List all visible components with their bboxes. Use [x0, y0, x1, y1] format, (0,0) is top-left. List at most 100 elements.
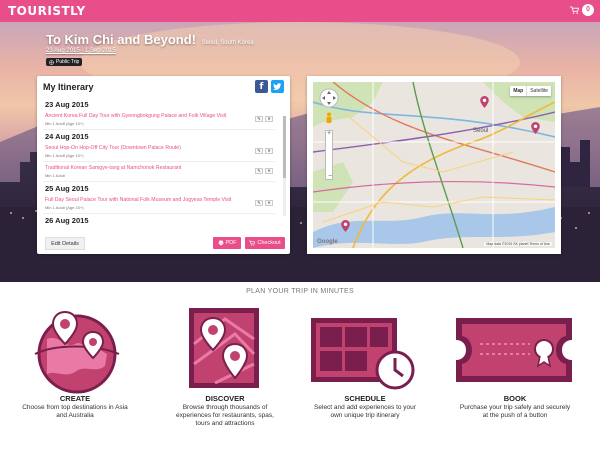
remove-item-button[interactable]: ✕ — [265, 148, 273, 154]
close-icon: ✕ — [267, 116, 271, 121]
scrollbar-thumb[interactable] — [283, 116, 286, 178]
step-desc-line: own unique trip itinerary — [330, 412, 400, 419]
edit-item-button[interactable]: ✎ — [255, 168, 263, 174]
itinerary-item[interactable]: Ancient Korea Full Day Tour with Gyeongb… — [43, 112, 275, 130]
step-schedule: SCHEDULE Select and add experiences to y… — [300, 394, 430, 420]
share-buttons: f — [255, 80, 284, 93]
map-canvas[interactable]: + − Map Satellite Seoul Google Map data … — [313, 82, 555, 248]
step-title: SCHEDULE — [344, 394, 386, 403]
zoom-out-icon[interactable]: − — [328, 173, 332, 180]
ticket-icon — [456, 318, 572, 382]
step-title: CREATE — [59, 394, 91, 403]
step-book: BOOK Purchase your trip safely and secur… — [450, 394, 580, 420]
step-description: Select and add experiences to your own u… — [300, 404, 430, 420]
close-icon: ✕ — [267, 168, 271, 173]
google-logo: Google — [317, 239, 338, 245]
pencil-icon: ✎ — [257, 116, 261, 121]
item-actions: ✎ ✕ — [255, 148, 273, 154]
item-actions: ✎ ✕ — [255, 168, 273, 174]
step-description: Browse through thousands of experiences … — [160, 404, 290, 428]
remove-item-button[interactable]: ✕ — [265, 200, 273, 206]
day-header: 26 Aug 2015 — [45, 216, 89, 225]
step-description: Choose from top destinations in Asia and… — [10, 404, 140, 420]
step-title: BOOK — [503, 394, 527, 403]
top-nav: TOURISTLY 0 — [0, 0, 600, 22]
cart-icon — [249, 240, 256, 246]
itinerary-panel: My Itinerary f 23 Aug 2015 Ancient Korea… — [37, 76, 290, 254]
item-title-link[interactable]: Full Day Seoul Palace Tour with National… — [45, 197, 245, 203]
pegman-icon[interactable] — [325, 112, 333, 126]
itinerary-list[interactable]: 23 Aug 2015 Ancient Korea Full Day Tour … — [43, 98, 275, 236]
facebook-icon: f — [259, 81, 264, 92]
public-trip-badge: Public Trip — [46, 58, 83, 66]
globe-icon — [49, 59, 54, 65]
step-desc-line: Browse through thousands of — [182, 404, 268, 411]
step-title: DISCOVER — [205, 394, 245, 403]
step-desc-line: and Australia — [56, 412, 94, 419]
item-title-link[interactable]: Ancient Korea Full Day Tour with Gyeongb… — [45, 113, 245, 119]
checkout-button[interactable]: Checkout — [245, 237, 285, 249]
facebook-share-button[interactable]: f — [255, 80, 268, 93]
pencil-icon: ✎ — [257, 200, 261, 205]
satellite-tab[interactable]: Satellite — [527, 86, 551, 96]
step-desc-line: Select and add experiences to your — [314, 404, 416, 411]
logo[interactable]: TOURISTLY — [8, 4, 86, 18]
map-copyright[interactable]: Map data ©2015 SK planet Terms of Use — [484, 242, 552, 246]
day-header: 25 Aug 2015 — [45, 184, 89, 193]
item-meta: Min 1 Adult (Age 15+) — [45, 205, 84, 210]
map-city-label: Seoul — [473, 128, 489, 134]
item-title-link[interactable]: Traditional Korean Samgye-tang at Namcho… — [45, 165, 245, 171]
itinerary-item[interactable]: Traditional Korean Samgye-tang at Namcho… — [43, 164, 275, 182]
map-type-toggle[interactable]: Map Satellite — [510, 86, 551, 96]
trip-dates[interactable]: 23 Aug 2015 - 1 Sep 2015 — [46, 48, 116, 54]
trip-location: Seoul, South Korea — [201, 40, 254, 46]
globe-pins-icon — [34, 310, 120, 394]
pdf-button[interactable]: PDF — [213, 237, 241, 249]
map-panel: + − Map Satellite Seoul Google Map data … — [307, 76, 561, 254]
itinerary-scrollbar[interactable] — [283, 116, 286, 216]
map-marker-icon[interactable] — [341, 220, 350, 232]
pencil-icon: ✎ — [257, 148, 261, 153]
itinerary-item[interactable]: Full Day Seoul Palace Tour with National… — [43, 196, 275, 214]
step-desc-line: tours and attractions — [195, 420, 255, 427]
public-trip-label: Public Trip — [56, 59, 80, 65]
pencil-icon: ✎ — [257, 168, 261, 173]
checkout-label: Checkout — [257, 240, 281, 246]
remove-item-button[interactable]: ✕ — [265, 168, 273, 174]
step-desc-line: experiences for restaurants, spas, — [176, 412, 274, 419]
zoom-in-icon[interactable]: + — [327, 130, 331, 137]
step-desc-line: at the push of a button — [482, 412, 548, 419]
map-pan-control[interactable] — [319, 88, 339, 108]
day-header: 24 Aug 2015 — [45, 132, 89, 141]
item-meta: Min 1 Adult — [45, 173, 65, 178]
cart-icon — [570, 6, 580, 14]
how-it-works-section: PLAN YOUR TRIP IN MINUTES CREATE Choose … — [0, 282, 600, 455]
map-tab[interactable]: Map — [510, 86, 528, 96]
edit-item-button[interactable]: ✎ — [255, 200, 263, 206]
edit-item-button[interactable]: ✎ — [255, 116, 263, 122]
edit-item-button[interactable]: ✎ — [255, 148, 263, 154]
item-actions: ✎ ✕ — [255, 200, 273, 206]
close-icon: ✕ — [267, 200, 271, 205]
map-marker-icon[interactable] — [531, 122, 540, 134]
calendar-clock-icon — [311, 318, 415, 390]
map-pins-icon — [189, 308, 259, 388]
step-desc-line: Purchase your trip safely and securely — [459, 404, 571, 411]
step-desc-line: Choose from top destinations in Asia — [22, 404, 128, 411]
trip-title: To Kim Chi and Beyond! Seoul, South Kore… — [46, 32, 254, 47]
map-zoom-control[interactable]: + − — [325, 130, 333, 180]
cart-button[interactable]: 0 — [570, 4, 594, 16]
twitter-share-button[interactable] — [271, 80, 284, 93]
item-title-link[interactable]: Seoul Hop-On Hop-Off City Tour (Downtown… — [45, 145, 245, 151]
map-marker-icon[interactable] — [480, 96, 489, 108]
cart-count-badge: 0 — [582, 4, 594, 16]
twitter-icon — [273, 82, 282, 90]
item-meta: Min 1 Adult (Age 15+) — [45, 153, 84, 158]
how-it-works-title: PLAN YOUR TRIP IN MINUTES — [246, 288, 354, 295]
itinerary-item[interactable]: Seoul Hop-On Hop-Off City Tour (Downtown… — [43, 144, 275, 162]
edit-details-button[interactable]: Edit Details — [45, 237, 85, 250]
step-create: CREATE Choose from top destinations in A… — [10, 394, 140, 420]
step-description: Purchase your trip safely and securely a… — [450, 404, 580, 420]
close-icon: ✕ — [267, 148, 271, 153]
remove-item-button[interactable]: ✕ — [265, 116, 273, 122]
